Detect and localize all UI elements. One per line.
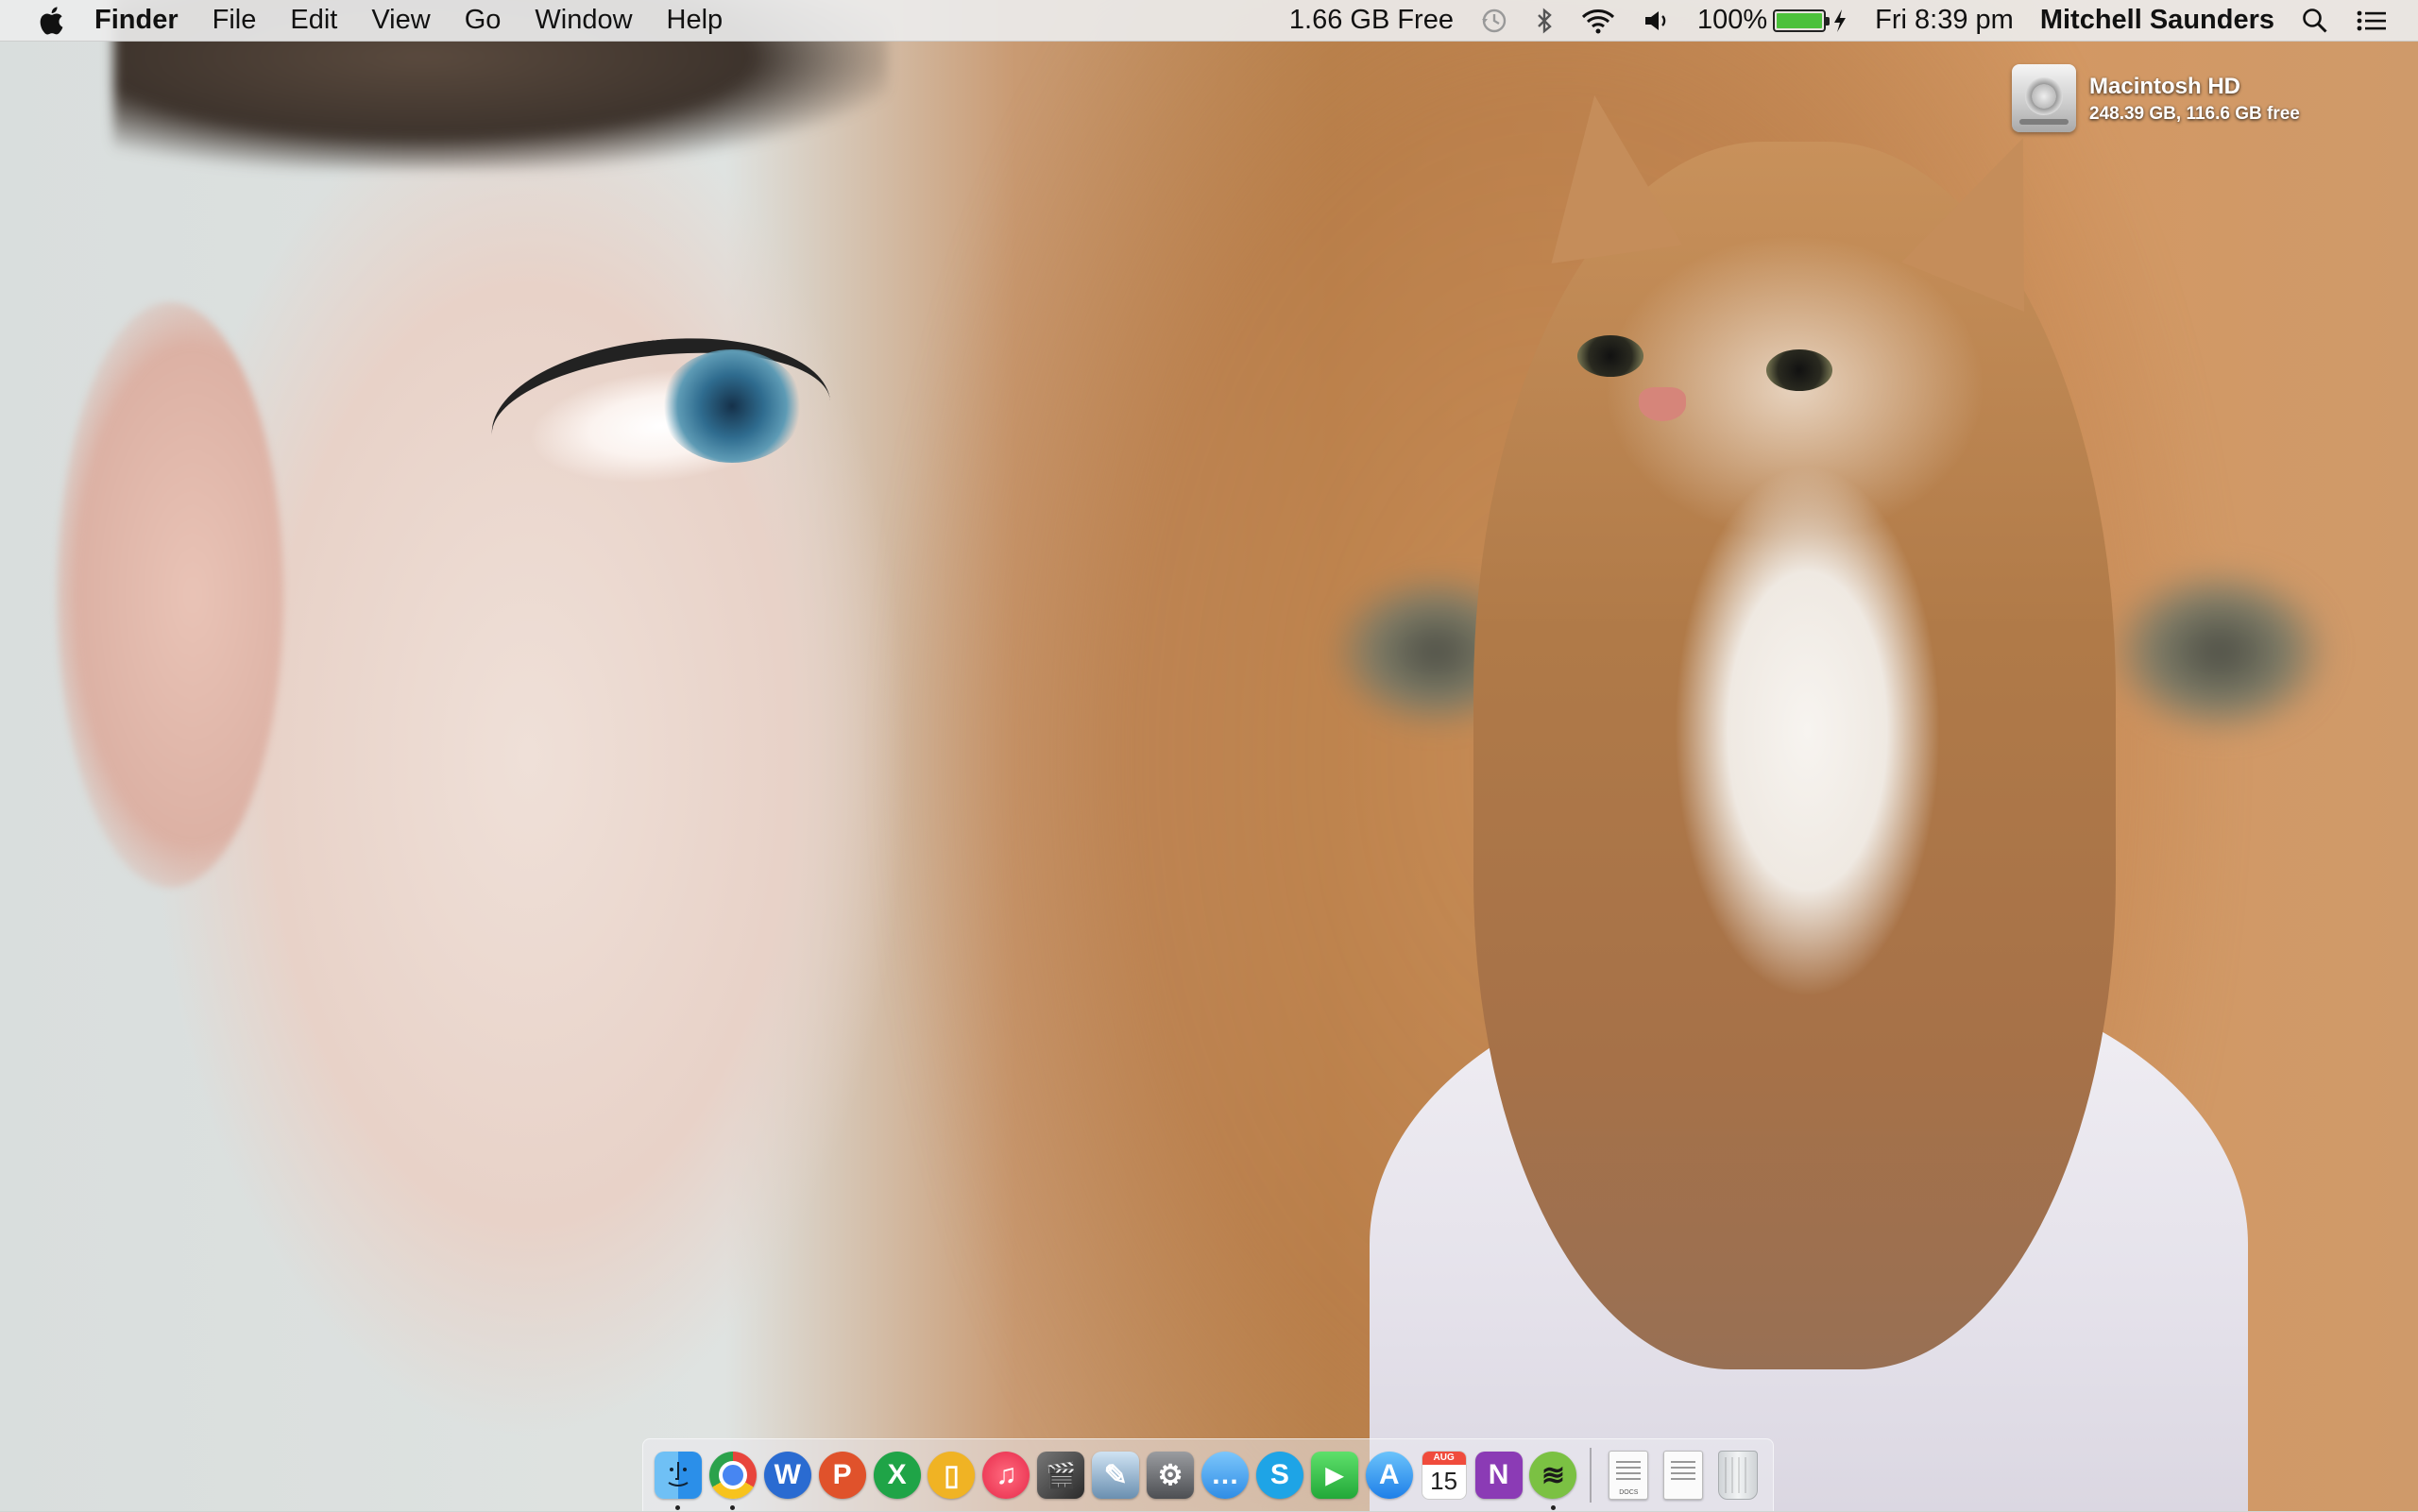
dock-stack-documents[interactable]: DOCS — [1601, 1439, 1656, 1512]
messages-icon: … — [1201, 1452, 1250, 1499]
menu-view[interactable]: View — [354, 0, 447, 41]
menu-app-finder[interactable]: Finder — [77, 0, 196, 41]
running-indicator — [730, 1504, 736, 1510]
dock-app-system-preferences[interactable]: ⚙ — [1143, 1439, 1198, 1512]
app-store-icon: A — [1365, 1452, 1413, 1499]
downloads-stack-icon — [1663, 1451, 1704, 1500]
dock-app-skype[interactable]: S — [1252, 1439, 1307, 1512]
clock[interactable]: Fri 8:39 pm — [1862, 0, 2027, 41]
battery-percent: 100% — [1696, 5, 1768, 35]
dock-app-excel[interactable]: X — [870, 1439, 925, 1512]
menu-edit[interactable]: Edit — [273, 0, 354, 41]
finder-icon — [654, 1452, 702, 1499]
powerpoint-icon: P — [818, 1452, 866, 1499]
docs-stack-caption: DOCS — [1619, 1489, 1639, 1496]
running-indicator — [1550, 1504, 1556, 1510]
user-menu[interactable]: Mitchell Saunders — [2027, 0, 2288, 41]
itunes-icon: ♫ — [982, 1452, 1030, 1499]
dock-app-pages[interactable]: ▯ — [925, 1439, 979, 1512]
battery-status[interactable]: 100% — [1684, 0, 1862, 41]
battery-icon — [1773, 8, 1831, 32]
excel-icon: X — [873, 1452, 921, 1499]
dock-trash[interactable] — [1711, 1439, 1765, 1512]
calendar-day: 15 — [1430, 1467, 1458, 1495]
dock-separator — [1590, 1448, 1592, 1503]
dock-app-itunes[interactable]: ♫ — [979, 1439, 1033, 1512]
dock-app-final-cut[interactable]: 🎬 — [1033, 1439, 1088, 1512]
battery-level-fill — [1777, 12, 1823, 28]
charging-icon — [1834, 8, 1847, 32]
system-preferences-icon: ⚙ — [1147, 1452, 1195, 1499]
dock-app-app-store[interactable]: A — [1362, 1439, 1417, 1512]
spotlight-search-icon[interactable] — [2288, 0, 2342, 41]
dock-app-calendar[interactable]: AUG 15 — [1417, 1439, 1472, 1512]
menu-window[interactable]: Window — [518, 0, 649, 41]
notification-center-icon[interactable] — [2342, 0, 2401, 41]
wifi-icon[interactable] — [1567, 0, 1629, 41]
dock-app-facetime[interactable]: ▶ — [1307, 1439, 1362, 1512]
bluetooth-icon[interactable] — [1522, 0, 1567, 41]
volume-icon[interactable] — [1629, 0, 1684, 41]
word-icon: W — [763, 1452, 811, 1499]
dock-stack-downloads[interactable] — [1656, 1439, 1711, 1512]
dock-app-preview[interactable]: ✎ — [1088, 1439, 1143, 1512]
running-indicator — [675, 1504, 681, 1510]
dock-app-spotify[interactable]: ≋ — [1526, 1439, 1581, 1512]
dock-app-powerpoint[interactable]: P — [815, 1439, 870, 1512]
desktop-drive-item[interactable]: Macintosh HD 248.39 GB, 116.6 GB free — [2012, 64, 2300, 132]
menu-file[interactable]: File — [196, 0, 274, 41]
dock-app-chrome[interactable] — [706, 1439, 760, 1512]
dock-app-word[interactable]: W — [760, 1439, 815, 1512]
dock: W P X ▯ ♫ 🎬 ✎ ⚙ … S ▶ A AUG 15 N ≋ DOCS — [642, 1438, 1774, 1511]
onenote-icon: N — [1474, 1452, 1523, 1499]
dock-app-messages[interactable]: … — [1198, 1439, 1252, 1512]
hard-drive-icon[interactable] — [2012, 64, 2076, 132]
skype-icon: S — [1255, 1452, 1303, 1499]
final-cut-icon: 🎬 — [1037, 1452, 1085, 1499]
pages-icon: ▯ — [928, 1452, 976, 1499]
drive-info: 248.39 GB, 116.6 GB free — [2089, 104, 2300, 124]
menu-go[interactable]: Go — [448, 0, 519, 41]
calendar-icon: AUG 15 — [1421, 1451, 1467, 1500]
trash-icon — [1718, 1451, 1759, 1500]
preview-icon: ✎ — [1092, 1452, 1140, 1499]
desktop-wallpaper — [0, 0, 2418, 1511]
menu-help[interactable]: Help — [650, 0, 741, 41]
docs-stack-icon: DOCS — [1609, 1451, 1649, 1500]
dock-app-finder[interactable] — [651, 1439, 706, 1512]
dock-app-onenote[interactable]: N — [1472, 1439, 1526, 1512]
drive-name: Macintosh HD — [2089, 74, 2241, 99]
menu-bar: Finder File Edit View Go Window Help 1.6… — [0, 0, 2418, 42]
spotify-icon: ≋ — [1529, 1452, 1577, 1499]
apple-logo-icon[interactable] — [25, 6, 77, 35]
facetime-icon: ▶ — [1310, 1452, 1358, 1499]
chrome-icon — [708, 1452, 757, 1499]
memory-status[interactable]: 1.66 GB Free — [1276, 0, 1467, 41]
calendar-month: AUG — [1422, 1452, 1466, 1465]
time-machine-icon[interactable] — [1467, 0, 1522, 41]
